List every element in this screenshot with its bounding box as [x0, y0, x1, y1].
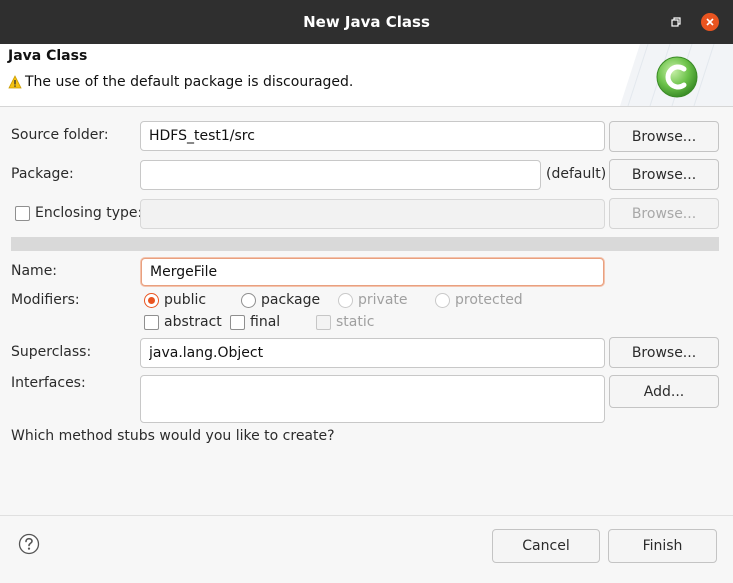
protected-label: protected — [455, 292, 523, 308]
private-radio[interactable] — [338, 293, 353, 308]
static-label: static — [336, 314, 375, 330]
method-stubs-question: Which method stubs would you like to cre… — [11, 428, 335, 444]
abstract-label: abstract — [164, 314, 222, 330]
final-checkbox[interactable] — [230, 315, 245, 330]
enclosing-type-label: Enclosing type: — [35, 205, 143, 221]
name-label: Name: — [11, 263, 58, 279]
package-input[interactable] — [140, 160, 541, 190]
section-separator — [11, 237, 719, 251]
superclass-input[interactable] — [140, 338, 605, 368]
page-title: Java Class — [8, 48, 88, 64]
cancel-button[interactable]: Cancel — [492, 529, 600, 563]
source-folder-label: Source folder: — [11, 127, 109, 143]
source-folder-input[interactable] — [140, 121, 605, 151]
warning-message: The use of the default package is discou… — [25, 74, 354, 90]
help-icon[interactable] — [18, 533, 40, 555]
package-radio[interactable] — [241, 293, 256, 308]
public-radio[interactable] — [144, 293, 159, 308]
superclass-browse-button[interactable]: Browse... — [609, 337, 719, 368]
restore-icon — [671, 17, 681, 27]
final-label: final — [250, 314, 281, 330]
public-label: public — [164, 292, 207, 308]
enclosing-type-browse-button[interactable]: Browse... — [609, 198, 719, 229]
restore-button[interactable] — [667, 13, 685, 31]
private-label: private — [358, 292, 408, 308]
finish-button[interactable]: Finish — [608, 529, 717, 563]
modifiers-label: Modifiers: — [11, 292, 80, 308]
package-default-label: (default) — [546, 166, 607, 182]
warning-icon — [8, 75, 22, 89]
package-label: Package: — [11, 166, 74, 182]
interfaces-list[interactable] — [140, 375, 605, 423]
abstract-checkbox[interactable] — [144, 315, 159, 330]
interfaces-label: Interfaces: — [11, 375, 86, 391]
close-button[interactable] — [701, 13, 719, 31]
name-input[interactable] — [141, 258, 604, 286]
interfaces-add-button[interactable]: Add... — [609, 375, 719, 408]
static-checkbox[interactable] — [316, 315, 331, 330]
window-title: New Java Class — [303, 13, 430, 31]
package-modifier-label: package — [261, 292, 321, 308]
enclosing-type-checkbox[interactable] — [15, 206, 30, 221]
source-folder-browse-button[interactable]: Browse... — [609, 121, 719, 152]
enclosing-type-input[interactable] — [140, 199, 605, 229]
protected-radio[interactable] — [435, 293, 450, 308]
superclass-label: Superclass: — [11, 344, 92, 360]
close-icon — [706, 18, 714, 26]
package-browse-button[interactable]: Browse... — [609, 159, 719, 190]
java-class-logo-icon — [656, 56, 698, 98]
